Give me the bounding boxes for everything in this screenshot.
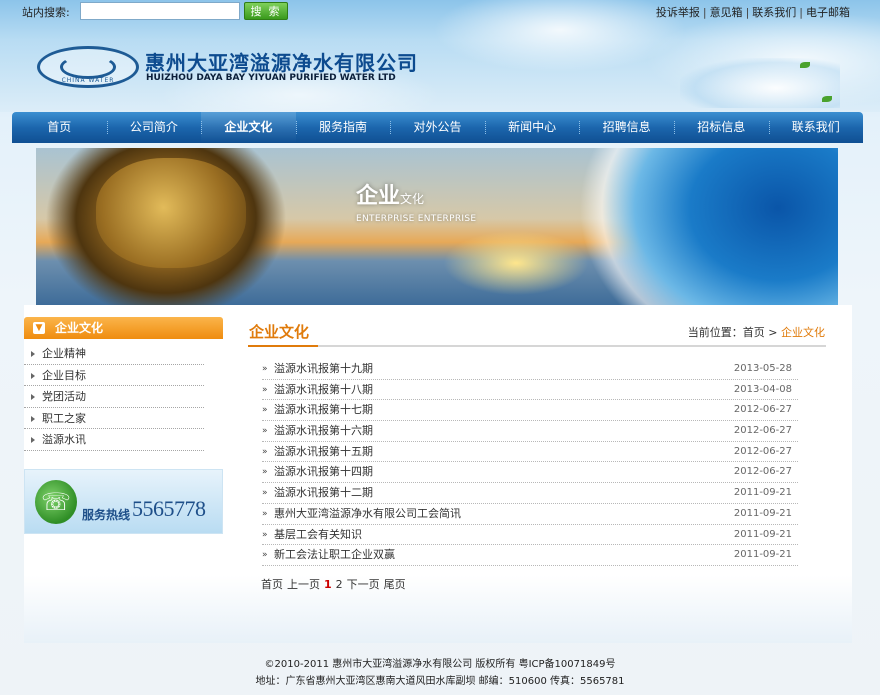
breadcrumb-prefix: 当前位置： bbox=[687, 326, 743, 339]
list-item[interactable]: 溢源水讯报第十五期 2012-06-27 bbox=[262, 442, 798, 463]
nav-jobs[interactable]: 招聘信息 bbox=[579, 112, 674, 143]
list-item[interactable]: 溢源水讯报第十八期 2013-04-08 bbox=[262, 380, 798, 401]
main-nav: 首页 公司简介 企业文化 服务指南 对外公告 新闻中心 招聘信息 招标信息 联系… bbox=[12, 112, 863, 143]
pager-page-1[interactable]: 1 bbox=[324, 578, 332, 591]
sidebar-item-water-news[interactable]: 溢源水讯 bbox=[24, 429, 204, 451]
nav-culture[interactable]: 企业文化 bbox=[201, 112, 296, 143]
company-name-en: HUIZHOU DAYA BAY YIYUAN PURIFIED WATER L… bbox=[146, 73, 396, 83]
news-date: 2012-06-27 bbox=[733, 404, 792, 416]
nav-contact[interactable]: 联系我们 bbox=[768, 112, 864, 143]
company-name-cn: 惠州大亚湾溢源净水有限公司 bbox=[145, 51, 418, 75]
pager-page-2[interactable]: 2 bbox=[336, 578, 343, 591]
sidebar-header: ▼ 企业文化 bbox=[24, 317, 223, 339]
lion-head-decoration bbox=[96, 158, 246, 268]
nav-home[interactable]: 首页 bbox=[12, 112, 107, 143]
sidebar-item-staff-home[interactable]: 职工之家 bbox=[24, 408, 204, 430]
list-item[interactable]: 基层工会有关知识 2011-09-21 bbox=[262, 525, 798, 546]
news-title[interactable]: 溢源水讯报第十七期 bbox=[262, 400, 373, 420]
banner-title-big: 企业 bbox=[356, 183, 401, 209]
hotline-label: 服务热线 bbox=[82, 508, 131, 522]
breadcrumb-current: 企业文化 bbox=[781, 326, 825, 339]
nav-announcements[interactable]: 对外公告 bbox=[390, 112, 485, 143]
banner-subtitle: ENTERPRISE ENTERPRISE bbox=[356, 214, 477, 224]
sidebar-menu: 企业精神 企业目标 党团活动 职工之家 溢源水讯 bbox=[24, 343, 204, 451]
banner-title-small: 文化 bbox=[400, 192, 425, 206]
news-title[interactable]: 基层工会有关知识 bbox=[262, 525, 362, 545]
search-button[interactable]: 搜 索 bbox=[244, 2, 288, 20]
sidebar-item-party-activities[interactable]: 党团活动 bbox=[24, 386, 204, 408]
suggestion-box-link[interactable]: 意见箱 bbox=[710, 6, 743, 19]
news-title[interactable]: 溢源水讯报第十四期 bbox=[262, 462, 373, 482]
news-title[interactable]: 新工会法让职工企业双赢 bbox=[262, 545, 395, 565]
list-item[interactable]: 惠州大亚湾溢源净水有限公司工会简讯 2011-09-21 bbox=[262, 504, 798, 525]
nav-news[interactable]: 新闻中心 bbox=[484, 112, 580, 143]
breadcrumb-separator: > bbox=[768, 326, 778, 339]
logo-emblem-text: CHINA WATER bbox=[61, 77, 115, 84]
list-item[interactable]: 溢源水讯报第十七期 2012-06-27 bbox=[262, 400, 798, 422]
news-title[interactable]: 惠州大亚湾溢源净水有限公司工会简讯 bbox=[262, 504, 461, 524]
search-label: 站内搜索: bbox=[22, 6, 70, 19]
header: 站内搜索: 搜 索 投诉举报 | 意见箱 | 联系我们 | 电子邮箱 CHINA WATER… bbox=[0, 0, 880, 112]
pager-next[interactable]: 下一页 bbox=[347, 578, 380, 591]
news-date: 2011-09-21 bbox=[733, 487, 792, 499]
leaf-icon bbox=[800, 62, 810, 68]
title-divider bbox=[248, 345, 826, 347]
contact-link[interactable]: 联系我们 bbox=[752, 6, 796, 19]
news-title[interactable]: 溢源水讯报第十八期 bbox=[262, 380, 373, 400]
search-input[interactable] bbox=[80, 2, 240, 20]
news-date: 2012-06-27 bbox=[733, 466, 792, 478]
pager-prev[interactable]: 上一页 bbox=[287, 578, 320, 591]
list-item[interactable]: 溢源水讯报第十九期 2013-05-28 bbox=[262, 359, 798, 380]
news-date: 2013-04-08 bbox=[733, 383, 792, 395]
pager-first[interactable]: 首页 bbox=[261, 578, 283, 591]
footer-copyright: ©2010-2011 惠州市大亚湾溢源净水有限公司 版权所有 粤ICP备1007… bbox=[264, 659, 616, 670]
news-date: 2011-09-21 bbox=[733, 507, 792, 519]
news-date: 2013-05-28 bbox=[733, 363, 792, 374]
logo-emblem: CHINA WATER bbox=[37, 46, 139, 88]
news-date: 2011-09-21 bbox=[733, 528, 792, 540]
hotline-number: 5565778 bbox=[132, 496, 206, 521]
news-title[interactable]: 溢源水讯报第十五期 bbox=[262, 442, 373, 462]
nav-about[interactable]: 公司简介 bbox=[106, 112, 202, 143]
top-links: 投诉举报 | 意见箱 | 联系我们 | 电子邮箱 bbox=[655, 6, 850, 19]
news-date: 2012-06-27 bbox=[733, 425, 792, 437]
list-item[interactable]: 溢源水讯报第十六期 2012-06-27 bbox=[262, 421, 798, 442]
news-date: 2012-06-27 bbox=[733, 445, 792, 457]
footer-address: 地址：广东省惠州大亚湾区惠南大道风田水库副坝 邮编：510600 传真：5565… bbox=[255, 676, 625, 687]
pager-last[interactable]: 尾页 bbox=[384, 578, 406, 591]
ocean-wave-image bbox=[538, 148, 838, 305]
water-splash-decoration bbox=[680, 58, 840, 108]
breadcrumb: 当前位置：首页 > 企业文化 bbox=[688, 324, 825, 340]
list-item[interactable]: 溢源水讯报第十四期 2012-06-27 bbox=[262, 462, 798, 484]
news-title[interactable]: 溢源水讯报第十九期 bbox=[262, 359, 373, 379]
phone-icon: ☏ bbox=[35, 480, 77, 524]
sidebar-header-label: 企业文化 bbox=[55, 321, 104, 335]
breadcrumb-home[interactable]: 首页 bbox=[743, 326, 765, 339]
news-title[interactable]: 溢源水讯报第十二期 bbox=[262, 483, 373, 503]
sidebar-item-spirit[interactable]: 企业精神 bbox=[24, 343, 204, 365]
leaf-icon bbox=[822, 96, 832, 102]
service-hotline-banner[interactable]: ☏ 服务热线 5565778 bbox=[24, 469, 223, 534]
nav-tenders[interactable]: 招标信息 bbox=[673, 112, 769, 143]
water-ring-icon bbox=[60, 55, 116, 79]
page-title: 企业文化 bbox=[249, 323, 310, 341]
news-title[interactable]: 溢源水讯报第十六期 bbox=[262, 421, 373, 441]
list-item[interactable]: 新工会法让职工企业双赢 2011-09-21 bbox=[262, 545, 798, 566]
news-date: 2011-09-21 bbox=[733, 549, 792, 561]
complaint-link[interactable]: 投诉举报 bbox=[656, 6, 700, 19]
nav-service-guide[interactable]: 服务指南 bbox=[295, 112, 391, 143]
email-link[interactable]: 电子邮箱 bbox=[806, 6, 850, 19]
banner-title: 企业文化 bbox=[356, 178, 424, 210]
banner: 企业文化 ENTERPRISE ENTERPRISE bbox=[36, 148, 838, 305]
list-item[interactable]: 溢源水讯报第十二期 2011-09-21 bbox=[262, 483, 798, 504]
sidebar-item-goals[interactable]: 企业目标 bbox=[24, 365, 204, 387]
chevron-down-icon: ▼ bbox=[33, 322, 45, 334]
pagination: 首页 上一页 1 2 下一页 尾页 bbox=[261, 576, 410, 592]
news-list: 溢源水讯报第十九期2013-05-28 溢源水讯报第十八期2013-04-08 … bbox=[262, 359, 798, 566]
